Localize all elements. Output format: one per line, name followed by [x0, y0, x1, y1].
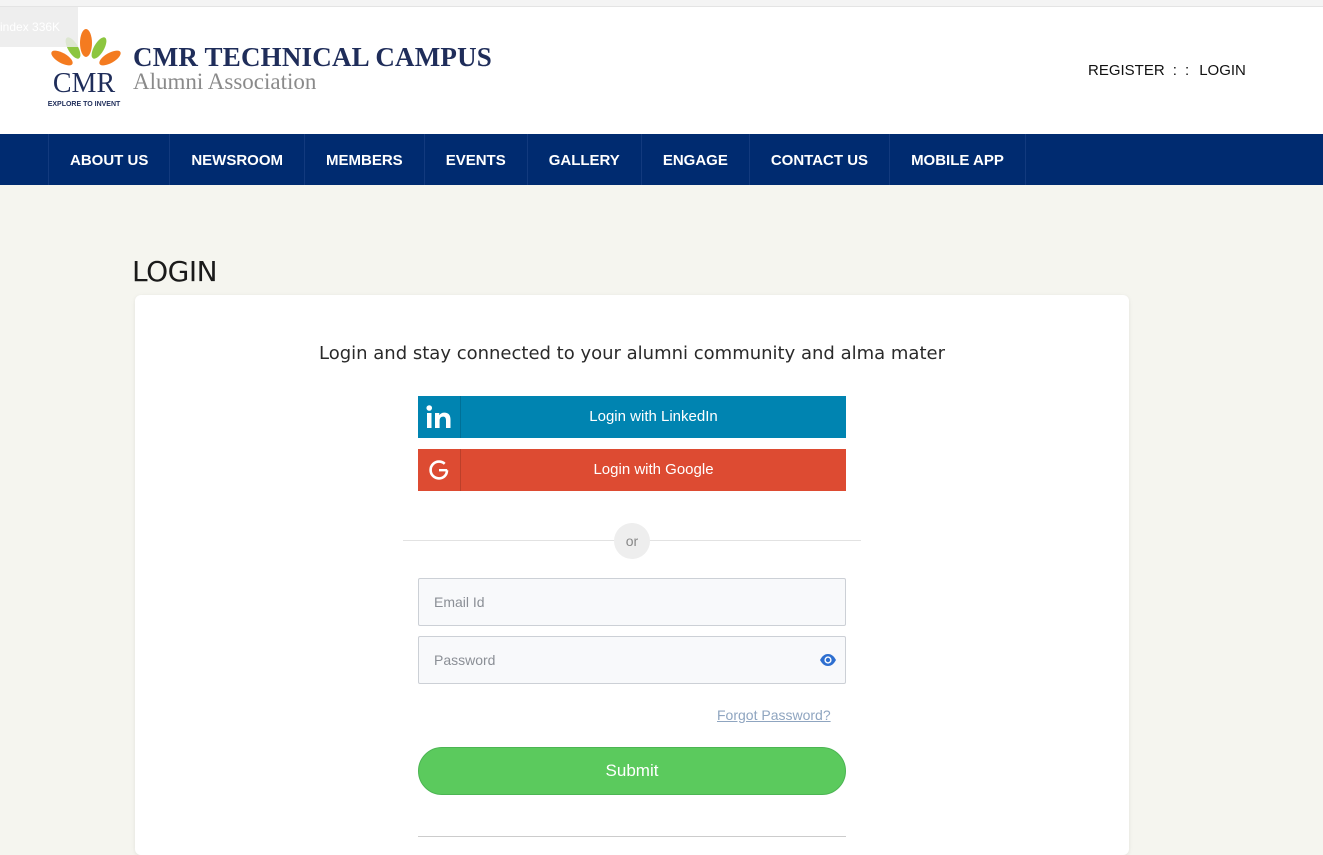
linkedin-button-label: Login with LinkedIn — [589, 408, 718, 425]
google-button-label: Login with Google — [593, 461, 714, 478]
nav-items: ABOUT US NEWSROOM MEMBERS EVENTS GALLERY… — [48, 134, 1026, 185]
nav-item-contact-us[interactable]: CONTACT US — [750, 134, 891, 185]
email-input[interactable] — [419, 579, 845, 625]
main-nav: ABOUT US NEWSROOM MEMBERS EVENTS GALLERY… — [0, 134, 1323, 185]
login-linkedin-button[interactable]: Login with LinkedIn — [418, 396, 846, 438]
linkedin-icon — [418, 396, 461, 438]
password-field — [418, 636, 846, 684]
nav-item-newsroom[interactable]: NEWSROOM — [170, 134, 306, 185]
browser-top-strip — [0, 0, 1323, 7]
or-separator: or — [614, 523, 650, 559]
submit-button[interactable]: Submit — [418, 747, 846, 795]
nav-item-members[interactable]: MEMBERS — [305, 134, 425, 185]
auth-links: REGISTER : : LOGIN — [1088, 62, 1246, 79]
svg-text:EXPLORE TO INVENT: EXPLORE TO INVENT — [48, 101, 121, 108]
email-field — [418, 578, 846, 626]
login-tagline: Login and stay connected to your alumni … — [318, 343, 945, 364]
page-title: LOGIN — [132, 255, 218, 288]
register-link[interactable]: REGISTER — [1088, 62, 1165, 79]
brand-subtitle: Alumni Association — [133, 69, 317, 94]
zoom-overlay-badge: index 336K — [0, 7, 78, 47]
login-card: Login and stay connected to your alumni … — [135, 295, 1129, 855]
forgot-password-link[interactable]: Forgot Password? — [717, 707, 831, 723]
svg-text:CMR: CMR — [53, 68, 116, 99]
google-icon — [418, 449, 461, 491]
nav-item-about-us[interactable]: ABOUT US — [49, 134, 171, 185]
nav-item-gallery[interactable]: GALLERY — [528, 134, 642, 185]
nav-item-events[interactable]: EVENTS — [425, 134, 528, 185]
login-link[interactable]: LOGIN — [1199, 62, 1246, 79]
nav-item-engage[interactable]: ENGAGE — [642, 134, 750, 185]
nav-item-mobile-app[interactable]: MOBILE APP — [890, 134, 1026, 185]
bottom-divider — [418, 836, 846, 837]
password-input[interactable] — [419, 637, 845, 683]
login-google-button[interactable]: Login with Google — [418, 449, 846, 491]
auth-separator: : : — [1172, 62, 1192, 79]
eye-icon[interactable] — [819, 652, 837, 668]
